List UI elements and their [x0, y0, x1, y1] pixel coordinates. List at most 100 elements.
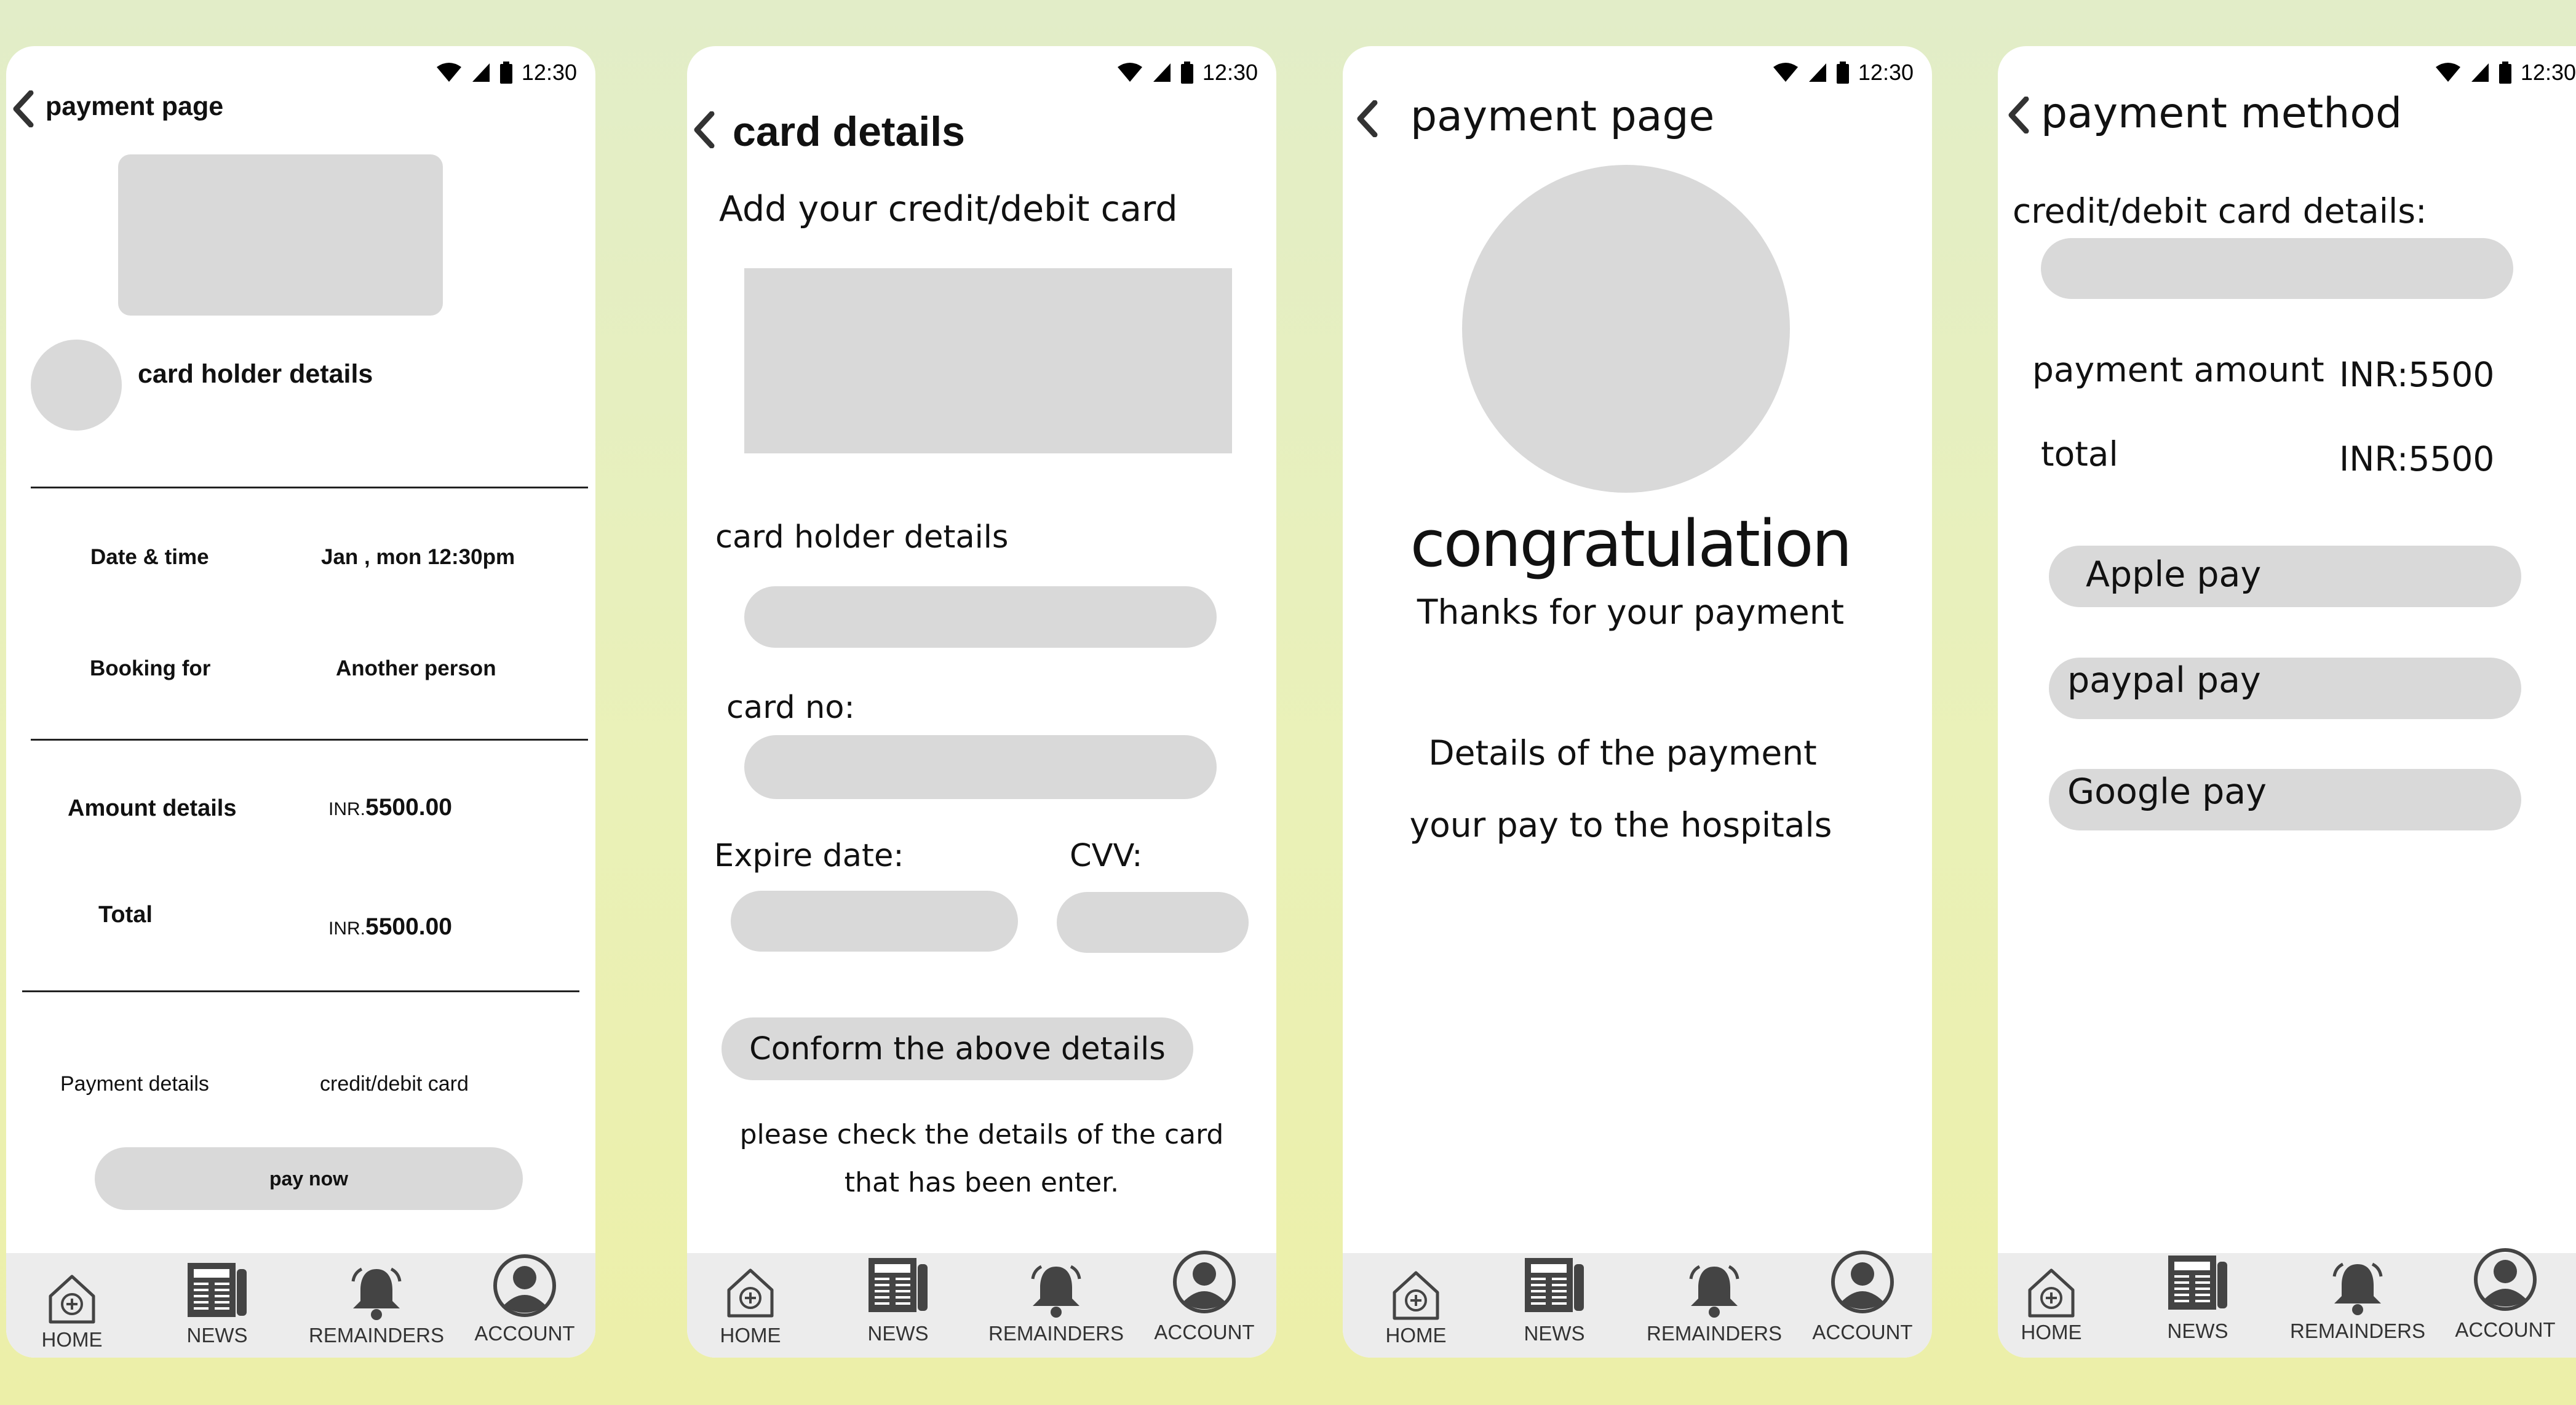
status-bar: 12:30: [435, 57, 577, 88]
cvv-label: CVV:: [1070, 838, 1143, 874]
battery-icon: [499, 62, 512, 84]
nav-news[interactable]: NEWS: [149, 1253, 285, 1358]
nav-account[interactable]: ACCOUNT: [457, 1253, 592, 1358]
payment-details-value: credit/debit card: [320, 1072, 469, 1096]
nav-news[interactable]: NEWS: [830, 1253, 966, 1358]
nav-reminders[interactable]: REMAINDERS: [1647, 1253, 1782, 1358]
nav-home[interactable]: HOME: [1348, 1253, 1484, 1358]
total-number: 5500.00: [365, 913, 452, 940]
status-time: 12:30: [1858, 60, 1914, 85]
back-arrow-icon[interactable]: [11, 90, 36, 127]
nav-home[interactable]: HOME: [1998, 1253, 2119, 1358]
wifi-icon: [436, 63, 461, 82]
back-arrow-icon[interactable]: [692, 111, 717, 148]
payment-details-label: Payment details: [60, 1072, 209, 1096]
nav-account[interactable]: ACCOUNT: [1137, 1251, 1272, 1358]
newspaper-icon: [188, 1263, 247, 1317]
card-details-field[interactable]: [2041, 238, 2513, 299]
payment-method-screen: 12:30 payment method credit/debit card d…: [1998, 46, 2576, 1358]
google-pay-button[interactable]: Google pay: [2049, 769, 2521, 830]
nav-account[interactable]: ACCOUNT: [1795, 1251, 1930, 1358]
account-icon: [1831, 1251, 1894, 1313]
status-time: 12:30: [2520, 60, 2576, 85]
amount-number: 5500.00: [365, 794, 452, 821]
expire-date-input[interactable]: [731, 891, 1018, 952]
wifi-icon: [2435, 63, 2460, 82]
nav-account-label: ACCOUNT: [1812, 1321, 1913, 1343]
back-arrow-icon[interactable]: [1355, 100, 1380, 137]
newspaper-icon: [2168, 1256, 2227, 1310]
nav-news[interactable]: NEWS: [1487, 1253, 1622, 1358]
signal-icon: [1808, 63, 1826, 82]
paypal-pay-label: paypal pay: [2067, 660, 2261, 701]
booking-for-value: Another person: [336, 656, 496, 680]
nav-reminders-label: REMAINDERS: [1647, 1322, 1783, 1345]
home-icon: [49, 1275, 95, 1324]
card-number-input[interactable]: [744, 735, 1217, 799]
nav-reminders[interactable]: REMAINDERS: [988, 1253, 1124, 1358]
signal-icon: [472, 63, 490, 82]
status-bar: 12:30: [1116, 57, 1258, 88]
paypal-pay-button[interactable]: paypal pay: [2049, 658, 2521, 719]
nav-home-label: HOME: [2021, 1321, 2082, 1343]
nav-news-label: NEWS: [867, 1322, 929, 1345]
account-icon: [1173, 1251, 1236, 1313]
battery-icon: [1836, 62, 1849, 84]
date-time-label: Date & time: [90, 545, 209, 569]
bottom-nav: HOME NEWS REMAINDERS ACCOUNT: [6, 1253, 595, 1358]
pay-now-button[interactable]: pay now: [95, 1147, 523, 1210]
card-image-placeholder: [118, 154, 443, 316]
confirm-details-button[interactable]: Conform the above details: [722, 1017, 1193, 1080]
nav-news-label: NEWS: [2167, 1319, 2228, 1342]
battery-icon: [1180, 62, 1193, 84]
page-title: payment page: [46, 92, 224, 121]
divider: [22, 990, 579, 992]
nav-news[interactable]: NEWS: [2130, 1253, 2265, 1358]
nav-home[interactable]: HOME: [6, 1253, 140, 1358]
page-title: payment page: [1410, 92, 1715, 141]
payment-success-screen: 12:30 payment page congratulation Thanks…: [1343, 46, 1932, 1358]
note-line: that has been enter.: [844, 1167, 1119, 1198]
nav-account-label: ACCOUNT: [2455, 1318, 2556, 1341]
card-number-label: card no:: [726, 690, 855, 726]
bottom-nav: HOME NEWS REMAINDERS ACCOUNT: [1998, 1248, 2576, 1358]
status-bar: 12:30: [2435, 57, 2576, 88]
note-line: please check the details of the card: [739, 1119, 1224, 1150]
bell-icon: [1031, 1265, 1081, 1318]
status-bar: 12:30: [1772, 57, 1914, 88]
nav-reminders-label: REMAINDERS: [988, 1322, 1124, 1345]
payment-page-screen: 12:30 payment page card holder details D…: [6, 46, 595, 1358]
wifi-icon: [1773, 63, 1798, 82]
nav-reminders-label: REMAINDERS: [309, 1324, 445, 1347]
payment-details-line: Details of the payment: [1428, 733, 1817, 773]
nav-reminders[interactable]: REMAINDERS: [2290, 1253, 2425, 1358]
card-holder-input[interactable]: [744, 586, 1217, 648]
google-pay-label: Google pay: [2067, 771, 2267, 812]
back-arrow-icon[interactable]: [2006, 97, 2031, 133]
nav-reminders[interactable]: REMAINDERS: [309, 1253, 444, 1358]
page-title: payment method: [2041, 89, 2403, 138]
nav-news-label: NEWS: [186, 1324, 248, 1347]
booking-for-label: Booking for: [90, 656, 211, 680]
total-value: INR.5500.00: [328, 913, 452, 941]
total-label: Total: [98, 902, 153, 928]
nav-home[interactable]: HOME: [687, 1253, 818, 1358]
card-details-label: credit/debit card details:: [2013, 191, 2427, 231]
bell-icon: [351, 1267, 402, 1320]
nav-account[interactable]: ACCOUNT: [2438, 1248, 2573, 1358]
expire-date-label: Expire date:: [714, 838, 904, 874]
nav-account-label: ACCOUNT: [474, 1322, 575, 1345]
nav-reminders-label: REMAINDERS: [2290, 1319, 2426, 1342]
bell-icon: [2332, 1262, 2383, 1315]
cvv-input[interactable]: [1057, 892, 1249, 953]
apple-pay-label: Apple pay: [2086, 554, 2262, 595]
account-icon: [2474, 1248, 2537, 1311]
card-image-placeholder: [744, 268, 1232, 453]
congratulation-heading: congratulation: [1410, 506, 1853, 581]
card-check-note: please check the details of the card tha…: [687, 1111, 1276, 1207]
apple-pay-button[interactable]: Apple pay: [2049, 546, 2521, 607]
signal-icon: [1153, 63, 1171, 82]
home-icon: [1393, 1271, 1439, 1320]
payment-amount-label: payment amount: [2032, 350, 2324, 389]
avatar: [31, 340, 122, 431]
